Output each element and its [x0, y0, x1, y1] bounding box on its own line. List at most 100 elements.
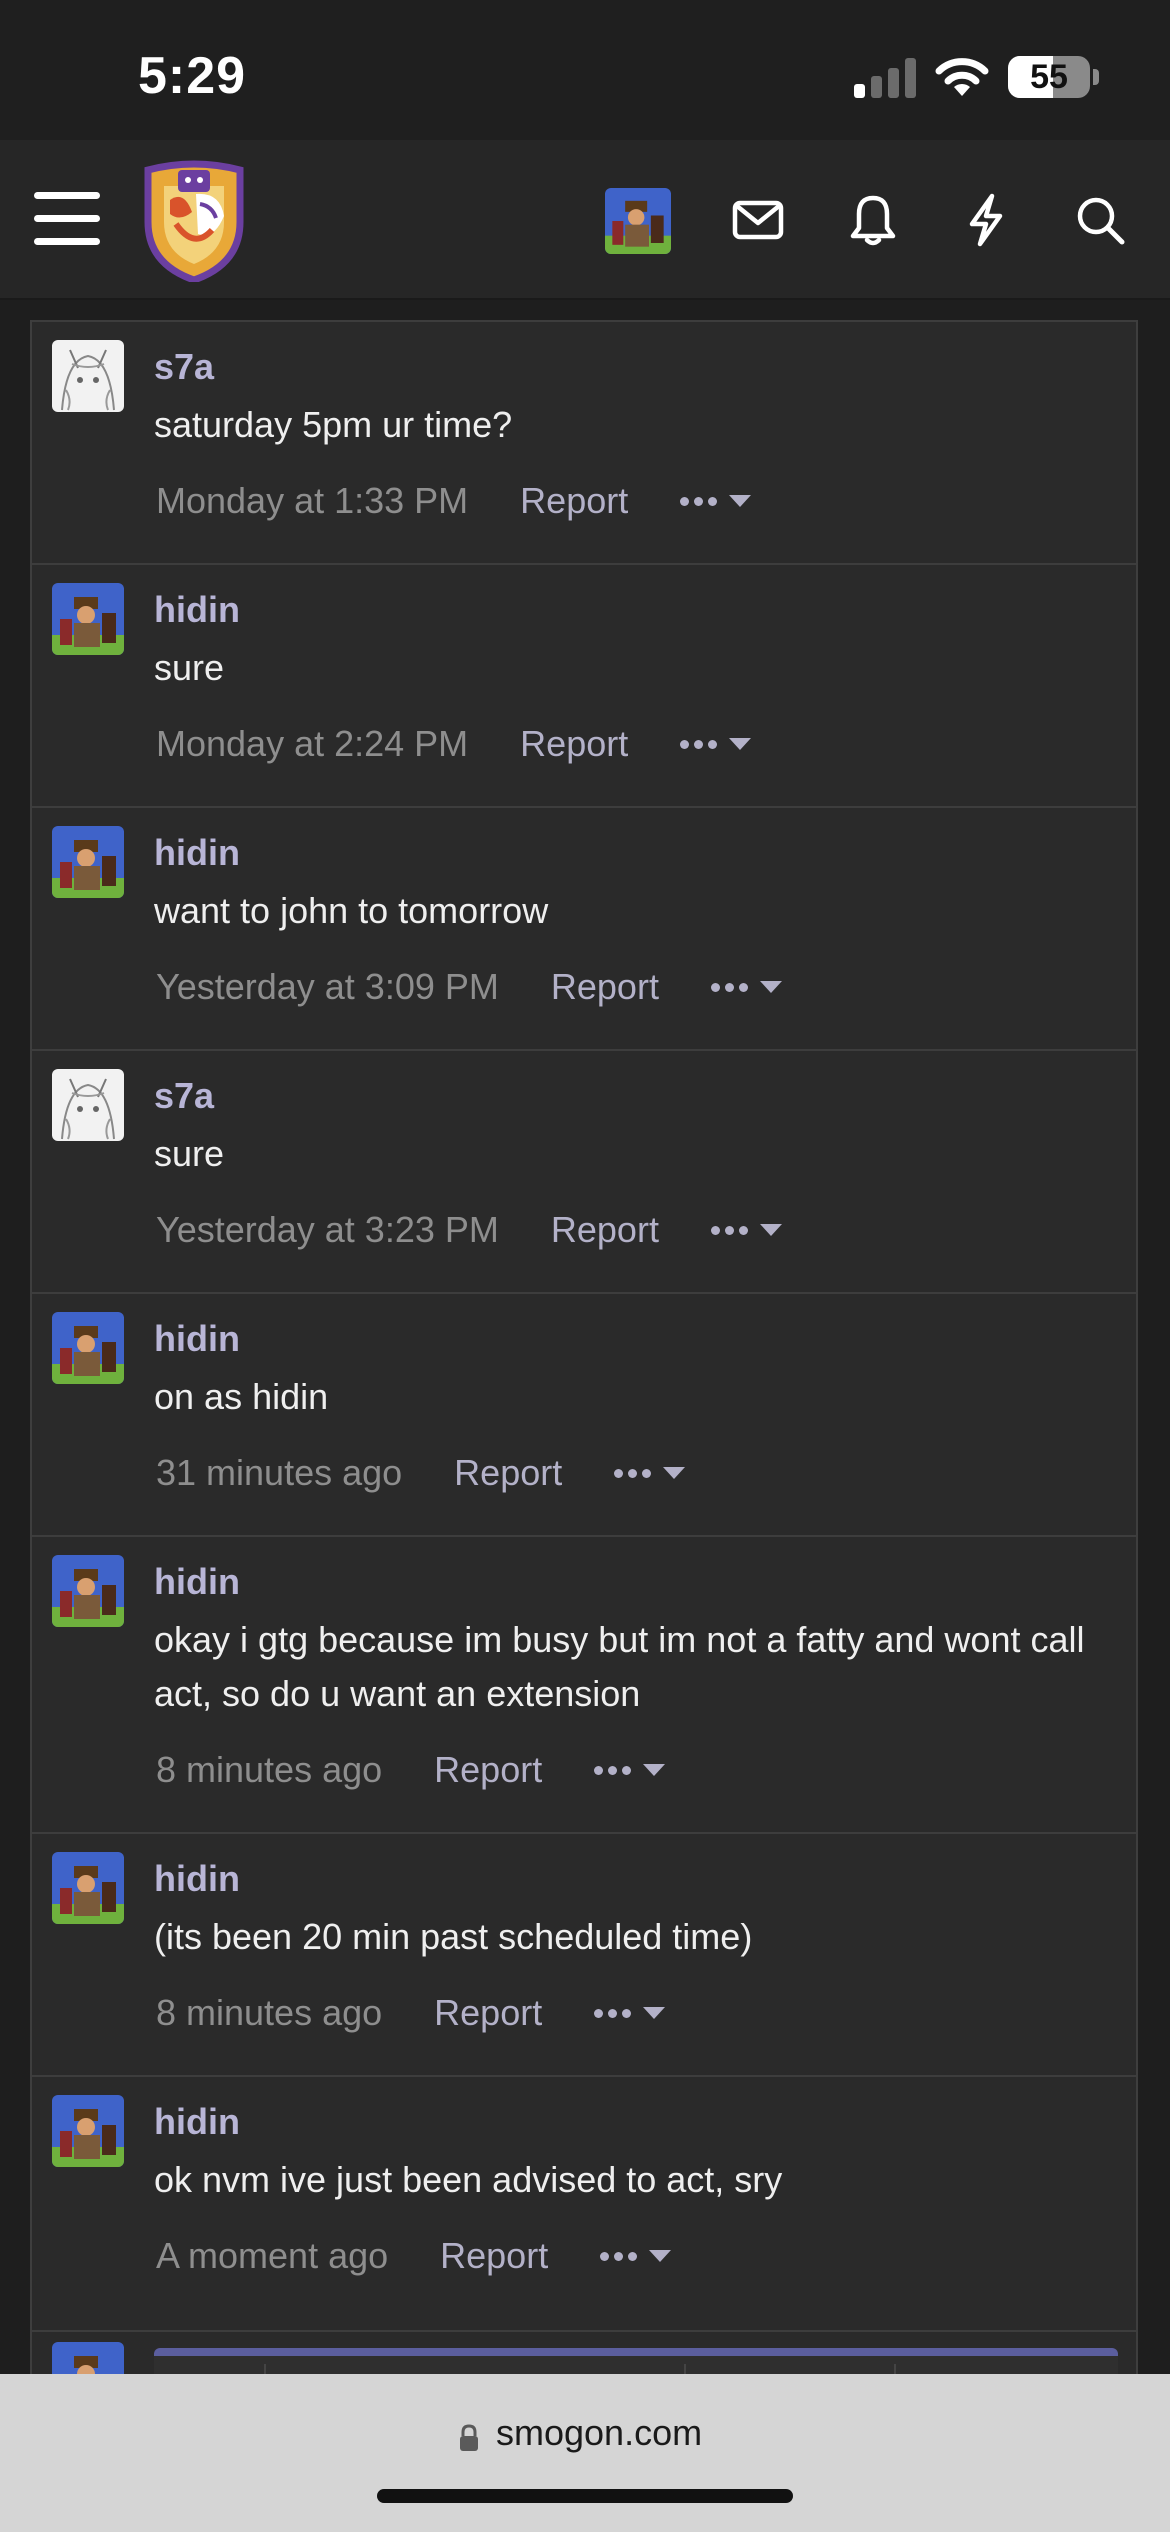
ellipsis-icon: [594, 1765, 632, 1775]
status-bar: 5:29 55: [0, 0, 1170, 140]
more-options-button[interactable]: [710, 981, 782, 993]
battery-icon: 55: [1008, 56, 1090, 98]
bell-icon[interactable]: [845, 192, 901, 248]
message-username[interactable]: hidin: [154, 1561, 240, 1603]
wifi-icon: [935, 58, 989, 96]
avatar[interactable]: [52, 1069, 124, 1141]
message-meta: A moment ago Report: [156, 2235, 672, 2277]
chevron-down-icon: [759, 981, 782, 993]
chevron-down-icon: [643, 2007, 666, 2019]
more-options-button[interactable]: [594, 2007, 666, 2019]
message-username[interactable]: hidin: [154, 832, 240, 874]
more-options-button[interactable]: [594, 1764, 666, 1776]
url-domain: smogon.com: [496, 2412, 703, 2453]
chevron-down-icon: [729, 495, 752, 507]
report-link[interactable]: Report: [551, 1209, 659, 1251]
search-icon[interactable]: [1072, 192, 1128, 248]
report-link[interactable]: Report: [454, 1452, 562, 1494]
avatar[interactable]: [52, 1555, 124, 1627]
message-row: hidin (its been 20 min past scheduled tim…: [32, 1832, 1136, 2075]
message-timestamp[interactable]: Yesterday at 3:09 PM: [156, 966, 499, 1008]
message-text: okay i gtg because im busy but im not a …: [154, 1619, 1085, 1714]
chevron-down-icon: [729, 738, 752, 750]
message-text: (its been 20 min past scheduled time): [154, 1916, 753, 1957]
conversation-message-list: s7a saturday 5pm ur time? Monday at 1:33 P…: [30, 320, 1138, 2374]
message-meta: Monday at 1:33 PM Report: [156, 480, 752, 522]
message-username[interactable]: hidin: [154, 1858, 240, 1900]
ellipsis-icon: [680, 496, 718, 506]
status-time: 5:29: [138, 47, 247, 105]
message-timestamp[interactable]: Monday at 2:24 PM: [156, 723, 468, 765]
battery-percent: 55: [1030, 58, 1068, 96]
cellular-signal-icon: [854, 58, 916, 98]
reply-editor-row: [32, 2330, 1136, 2374]
hamburger-menu-icon[interactable]: [34, 192, 100, 246]
avatar[interactable]: [52, 1312, 124, 1384]
report-link[interactable]: Report: [434, 1992, 542, 2034]
message-text: ok nvm ive just been advised to act, sry: [154, 2159, 783, 2200]
more-options-button[interactable]: [614, 1467, 686, 1479]
message-timestamp[interactable]: A moment ago: [156, 2235, 388, 2277]
message-timestamp[interactable]: 31 minutes ago: [156, 1452, 402, 1494]
message-text: on as hidin: [154, 1376, 329, 1417]
home-indicator[interactable]: [377, 2489, 793, 2503]
ellipsis-icon: [614, 1468, 652, 1478]
lock-icon: [460, 2424, 478, 2451]
report-link[interactable]: Report: [520, 480, 628, 522]
app-root: 5:29 55 s7a saturday 5pm ur time? Monday…: [0, 0, 1170, 2532]
ellipsis-icon: [710, 1225, 748, 1235]
avatar[interactable]: [52, 2095, 124, 2167]
more-options-button[interactable]: [680, 738, 752, 750]
envelope-icon[interactable]: [730, 192, 786, 248]
browser-url-bar[interactable]: smogon.com: [0, 2374, 1170, 2532]
message-row: s7a saturday 5pm ur time? Monday at 1:33 P…: [32, 320, 1136, 563]
more-options-button[interactable]: [680, 495, 752, 507]
message-meta: Yesterday at 3:23 PM Report: [156, 1209, 782, 1251]
reply-editor-toolbar[interactable]: [154, 2348, 1118, 2374]
message-timestamp[interactable]: 8 minutes ago: [156, 1749, 382, 1791]
message-text: saturday 5pm ur time?: [154, 404, 513, 445]
message-row: hidin sure Monday at 2:24 PM Report: [32, 563, 1136, 806]
top-nav-bar: [0, 140, 1170, 300]
chevron-down-icon: [649, 2250, 672, 2262]
message-timestamp[interactable]: Monday at 1:33 PM: [156, 480, 468, 522]
avatar: [52, 2342, 124, 2374]
report-link[interactable]: Report: [434, 1749, 542, 1791]
avatar[interactable]: [52, 340, 124, 412]
message-meta: Monday at 2:24 PM Report: [156, 723, 752, 765]
message-meta: 8 minutes ago Report: [156, 1992, 666, 2034]
message-username[interactable]: hidin: [154, 2101, 240, 2143]
message-username[interactable]: s7a: [154, 346, 214, 388]
smogon-logo[interactable]: [140, 160, 248, 282]
message-text: want to john to tomorrow: [154, 890, 549, 931]
chevron-down-icon: [643, 1764, 666, 1776]
message-row: hidin ok nvm ive just been advised to act…: [32, 2075, 1136, 2318]
ellipsis-icon: [600, 2251, 638, 2261]
message-row: hidin okay i gtg because im busy but im n…: [32, 1535, 1136, 1832]
chevron-down-icon: [759, 1224, 782, 1236]
user-avatar[interactable]: [605, 188, 671, 254]
ellipsis-icon: [710, 982, 748, 992]
more-options-button[interactable]: [600, 2250, 672, 2262]
message-username[interactable]: hidin: [154, 1318, 240, 1360]
ellipsis-icon: [594, 2008, 632, 2018]
avatar[interactable]: [52, 1852, 124, 1924]
chevron-down-icon: [663, 1467, 686, 1479]
report-link[interactable]: Report: [551, 966, 659, 1008]
message-timestamp[interactable]: 8 minutes ago: [156, 1992, 382, 2034]
more-options-button[interactable]: [710, 1224, 782, 1236]
battery-nub: [1093, 69, 1099, 85]
avatar[interactable]: [52, 826, 124, 898]
message-timestamp[interactable]: Yesterday at 3:23 PM: [156, 1209, 499, 1251]
report-link[interactable]: Report: [440, 2235, 548, 2277]
message-row: hidin on as hidin 31 minutes ago Report: [32, 1292, 1136, 1535]
message-username[interactable]: s7a: [154, 1075, 214, 1117]
lightning-icon[interactable]: [958, 192, 1014, 248]
message-row: s7a sure Yesterday at 3:23 PM Report: [32, 1049, 1136, 1292]
avatar[interactable]: [52, 583, 124, 655]
message-meta: 8 minutes ago Report: [156, 1749, 666, 1791]
message-username[interactable]: hidin: [154, 589, 240, 631]
report-link[interactable]: Report: [520, 723, 628, 765]
message-text: sure: [154, 1133, 225, 1174]
message-meta: 31 minutes ago Report: [156, 1452, 686, 1494]
